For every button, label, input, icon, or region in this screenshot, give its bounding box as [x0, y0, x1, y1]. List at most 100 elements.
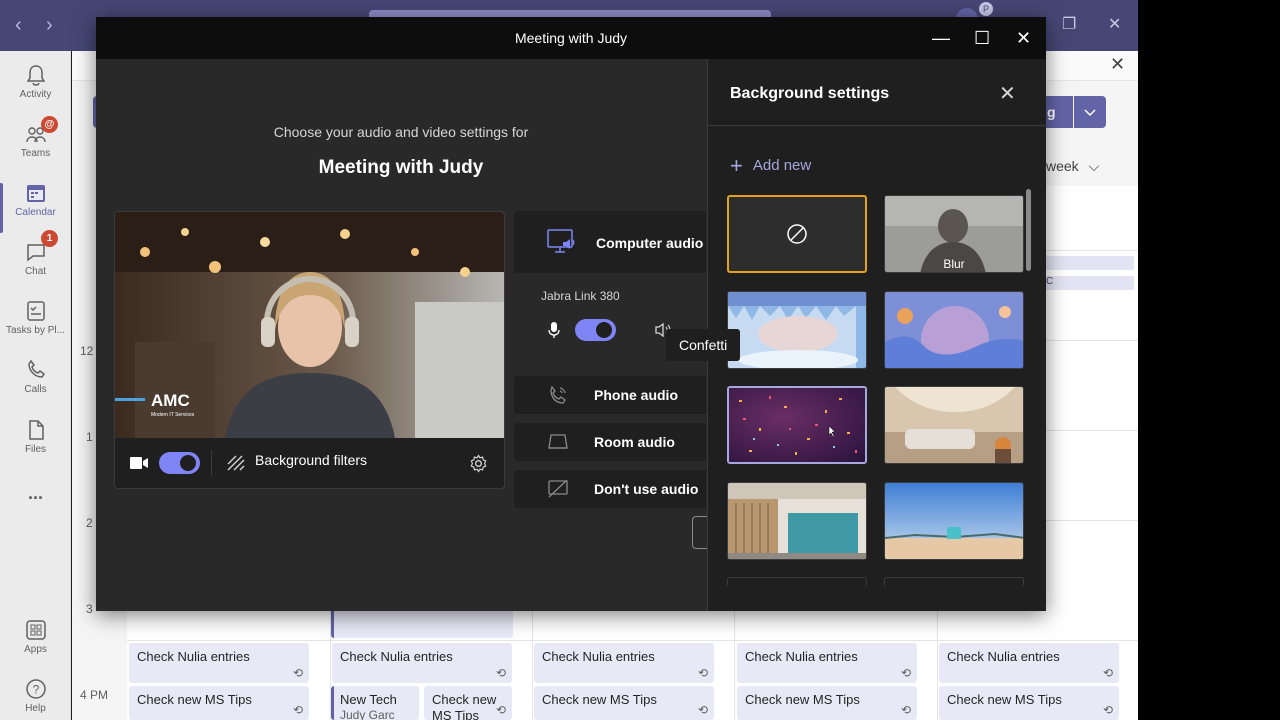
confetti-image	[729, 388, 865, 462]
calendar-icon	[26, 185, 45, 202]
background-ice-cave[interactable]	[727, 291, 867, 369]
computer-speaker-icon	[547, 229, 575, 253]
calendar-event[interactable]: Check new MS Tips ⟲	[534, 686, 714, 720]
audio-off-icon	[548, 479, 568, 498]
logo-text: AMC	[151, 391, 190, 410]
hour-label: 12	[80, 344, 94, 358]
rail-item-help[interactable]: ? Help	[0, 675, 71, 720]
background-fantasy[interactable]	[884, 291, 1024, 369]
close-button[interactable]: ✕	[1016, 17, 1031, 59]
event-title: C	[1046, 276, 1054, 287]
apps-icon	[25, 620, 46, 640]
join-dropdown[interactable]	[1074, 96, 1106, 128]
rail-item-chat[interactable]: Chat 1	[0, 230, 71, 296]
calendar-event[interactable]: Check Nulia entries ⟲	[737, 643, 917, 683]
calendar-event[interactable]: Check Nulia entries ⟲	[939, 643, 1119, 683]
event-title: Check Nulia entries	[137, 649, 250, 664]
background-beach[interactable]	[884, 482, 1024, 560]
calendar-event[interactable]: Check new MS Tips ⟲	[129, 686, 309, 720]
event-title: Check new MS Tips	[745, 692, 860, 707]
microphone-toggle[interactable]	[575, 319, 616, 341]
background-none[interactable]	[727, 195, 867, 273]
divider	[211, 450, 212, 476]
join-button[interactable]: g	[1046, 96, 1073, 128]
rail-item-calendar[interactable]: Calendar	[0, 179, 71, 237]
background-confetti[interactable]	[727, 386, 867, 464]
calendar-event[interactable]: Check new MS Tips ⟲	[424, 686, 512, 720]
calendar-event[interactable]	[331, 611, 513, 638]
restore-icon[interactable]: ❐	[1062, 14, 1076, 34]
rail-item-calls[interactable]: Calls	[0, 356, 71, 414]
event-title: Check Nulia entries	[947, 649, 1060, 664]
more-apps-icon[interactable]: ...	[0, 483, 71, 541]
video-camera-icon	[130, 457, 148, 469]
meeting-dialog: Meeting with Judy — ☐ ✕ Choose your audi…	[96, 17, 1047, 611]
calendar-event[interactable]: Check new MS Tips ⟲	[939, 686, 1119, 720]
meeting-title: Meeting with Judy	[318, 157, 484, 178]
microphone-icon	[548, 322, 560, 338]
background-filters-label[interactable]: Background filters	[255, 452, 367, 468]
background-blur[interactable]: Blur	[884, 195, 1024, 273]
event-title: Check Nulia entries	[542, 649, 655, 664]
phone-icon	[550, 385, 566, 404]
phone-audio-option[interactable]: Phone audio	[514, 376, 706, 414]
calendar-event[interactable]: Check Nulia entries ⟲	[534, 643, 714, 683]
phone-icon	[27, 359, 45, 378]
hour-label: 2	[86, 516, 93, 530]
recurring-icon: ⟲	[292, 666, 303, 680]
recurring-icon: ⟲	[495, 703, 506, 717]
back-icon[interactable]: ‹	[15, 14, 22, 37]
calendar-event[interactable]: Check Nulia entries ⟲	[129, 643, 309, 683]
rail-item-apps[interactable]: Apps	[0, 616, 71, 674]
event-title: Check Nulia entries	[340, 649, 453, 664]
event-title: New Tech	[340, 692, 397, 707]
rail-label: Files	[24, 444, 47, 455]
desktop-edge	[1138, 0, 1280, 720]
recurring-icon: ⟲	[495, 666, 506, 680]
calendar-event[interactable]	[1046, 256, 1134, 270]
camera-toggle[interactable]	[159, 452, 200, 474]
device-settings-icon[interactable]	[469, 454, 488, 473]
background-cozy-room[interactable]	[884, 386, 1024, 464]
panel-scrollbar[interactable]	[1026, 189, 1031, 271]
room-audio-label: Room audio	[594, 434, 675, 450]
dialog-title: Meeting with Judy	[96, 17, 1046, 59]
close-panel-button[interactable]: ✕	[999, 81, 1016, 106]
rail-item-tasks[interactable]: Tasks by Pl...	[0, 297, 71, 355]
rail-item-activity[interactable]: Activity	[0, 61, 71, 119]
video-preview: AMC Modern IT Services	[115, 212, 504, 438]
calendar-event[interactable]: Check new MS Tips ⟲	[737, 686, 917, 720]
event-title-line2: MS Tips	[432, 708, 479, 720]
room-device-icon	[548, 434, 568, 449]
forward-icon[interactable]: ›	[46, 14, 53, 37]
fantasy-image	[885, 292, 1023, 368]
bell-icon	[26, 65, 45, 86]
rail-label: Calendar	[15, 207, 56, 218]
background-office[interactable]	[727, 482, 867, 560]
calendar-event[interactable]: C	[1046, 276, 1134, 290]
calendar-event[interactable]: Check Nulia entries ⟲	[332, 643, 512, 683]
minimize-button[interactable]: —	[932, 17, 950, 59]
more-label: ...	[27, 483, 43, 503]
rail-label: Apps	[24, 644, 47, 655]
chevron-down-icon: ⌵	[1088, 158, 1100, 174]
view-selector[interactable]: week ⌵	[1046, 158, 1099, 175]
close-icon[interactable]: ✕	[1108, 14, 1121, 34]
phone-audio-label: Phone audio	[594, 387, 678, 403]
calendar-event[interactable]: New Tech Judy Garc	[331, 686, 419, 720]
add-new-button[interactable]: + Add new	[730, 153, 811, 179]
computer-audio-option[interactable]: Computer audio	[514, 211, 706, 273]
rail-item-files[interactable]: Files	[0, 416, 71, 474]
view-label: week	[1046, 158, 1079, 174]
rail-item-teams[interactable]: Teams @	[0, 116, 71, 178]
chevron-down-icon	[1084, 109, 1096, 117]
background-more-2[interactable]	[884, 577, 1024, 587]
audio-device-name: Jabra Link 380	[541, 289, 620, 303]
maximize-button[interactable]: ☐	[974, 17, 990, 59]
no-audio-option[interactable]: Don't use audio	[514, 470, 706, 508]
close-pane-icon[interactable]: ✕	[1110, 54, 1125, 75]
hour-label: 1	[86, 430, 93, 444]
recurring-icon: ⟲	[697, 703, 708, 717]
room-audio-option[interactable]: Room audio	[514, 423, 706, 461]
background-more-1[interactable]	[727, 577, 867, 587]
